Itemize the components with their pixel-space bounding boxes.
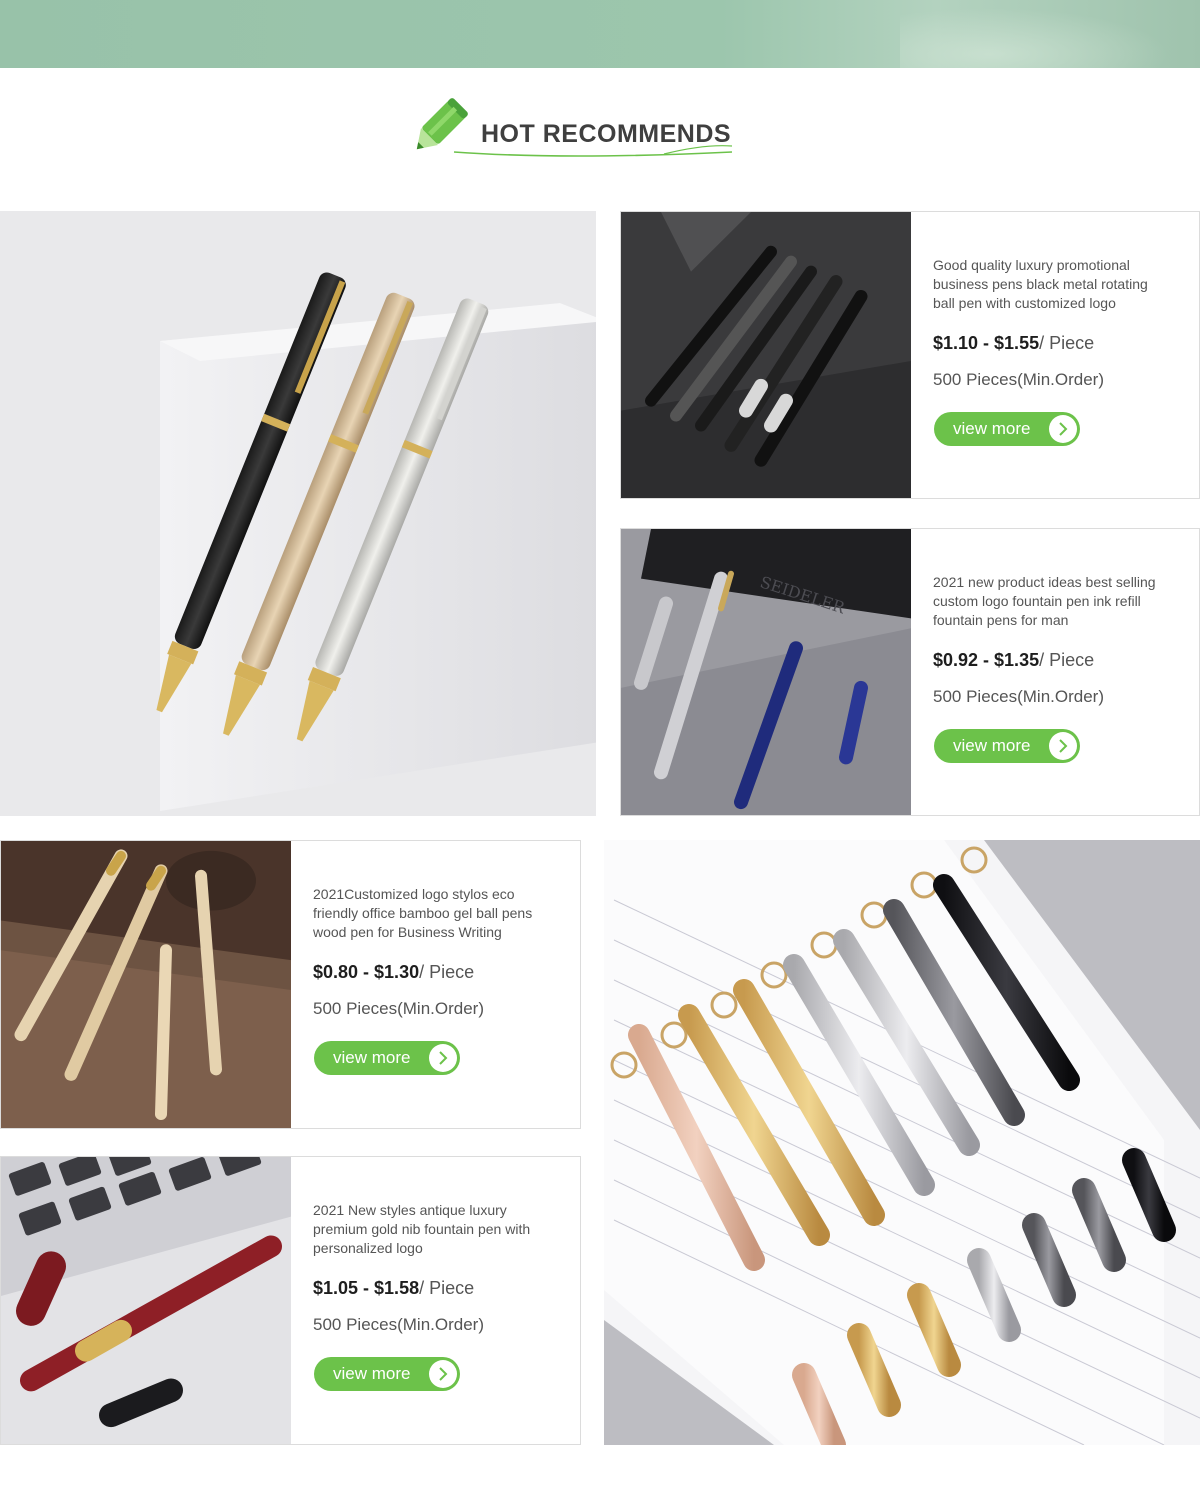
product-price: $1.10 - $1.55/ Piece <box>933 333 1094 354</box>
banner-image <box>900 0 1200 68</box>
chevron-right-icon <box>1049 415 1077 443</box>
product-description[interactable]: 2021 new product ideas best selling cust… <box>933 573 1173 630</box>
product-card: 2021 New styles antique luxury premium g… <box>0 1156 581 1445</box>
view-more-button[interactable]: view more <box>314 1357 460 1391</box>
view-more-button[interactable]: view more <box>314 1041 460 1075</box>
chevron-right-icon <box>429 1360 457 1388</box>
view-more-label: view more <box>333 1364 411 1383</box>
view-more-button[interactable]: view more <box>934 412 1080 446</box>
product-price: $0.92 - $1.35/ Piece <box>933 650 1094 671</box>
product-image[interactable] <box>621 212 911 498</box>
price-range: $1.05 - $1.58 <box>313 1278 420 1298</box>
min-order: 500 Pieces(Min.Order) <box>313 999 485 1018</box>
view-more-button[interactable]: view more <box>934 729 1080 763</box>
product-image[interactable] <box>1 841 291 1128</box>
product-image[interactable]: SEIDELER <box>621 529 911 815</box>
product-description[interactable]: 2021 New styles antique luxury premium g… <box>313 1201 553 1258</box>
price-range: $0.92 - $1.35 <box>933 650 1040 670</box>
price-unit: / Piece <box>419 1278 475 1298</box>
product-card: 2021Customized logo stylos eco friendly … <box>0 840 581 1129</box>
section-header: HOT RECOMMENDS <box>0 68 1200 211</box>
min-order: 500 Pieces(Min.Order) <box>933 687 1105 706</box>
view-more-label: view more <box>953 736 1031 755</box>
product-description[interactable]: 2021Customized logo stylos eco friendly … <box>313 885 553 942</box>
hero-image-pens[interactable] <box>0 211 596 816</box>
product-card: Good quality luxury promotional business… <box>620 211 1200 499</box>
product-price: $1.05 - $1.58/ Piece <box>313 1278 474 1299</box>
chevron-right-icon <box>429 1044 457 1072</box>
hero-image-notebook[interactable] <box>604 840 1200 1445</box>
min-order: 500 Pieces(Min.Order) <box>933 370 1105 389</box>
price-range: $0.80 - $1.30 <box>313 962 420 982</box>
price-unit: / Piece <box>1039 333 1095 353</box>
product-description[interactable]: Good quality luxury promotional business… <box>933 256 1173 313</box>
section-title: HOT RECOMMENDS <box>481 120 732 148</box>
top-banner <box>0 0 1200 68</box>
price-unit: / Piece <box>419 962 475 982</box>
min-order: 500 Pieces(Min.Order) <box>313 1315 485 1334</box>
chevron-right-icon <box>1049 732 1077 760</box>
view-more-label: view more <box>333 1048 411 1067</box>
product-card: SEIDELER 2021 new product ideas best sel… <box>620 528 1200 816</box>
product-price: $0.80 - $1.30/ Piece <box>313 962 474 983</box>
price-range: $1.10 - $1.55 <box>933 333 1040 353</box>
view-more-label: view more <box>953 419 1031 438</box>
product-image[interactable] <box>1 1157 291 1444</box>
price-unit: / Piece <box>1039 650 1095 670</box>
